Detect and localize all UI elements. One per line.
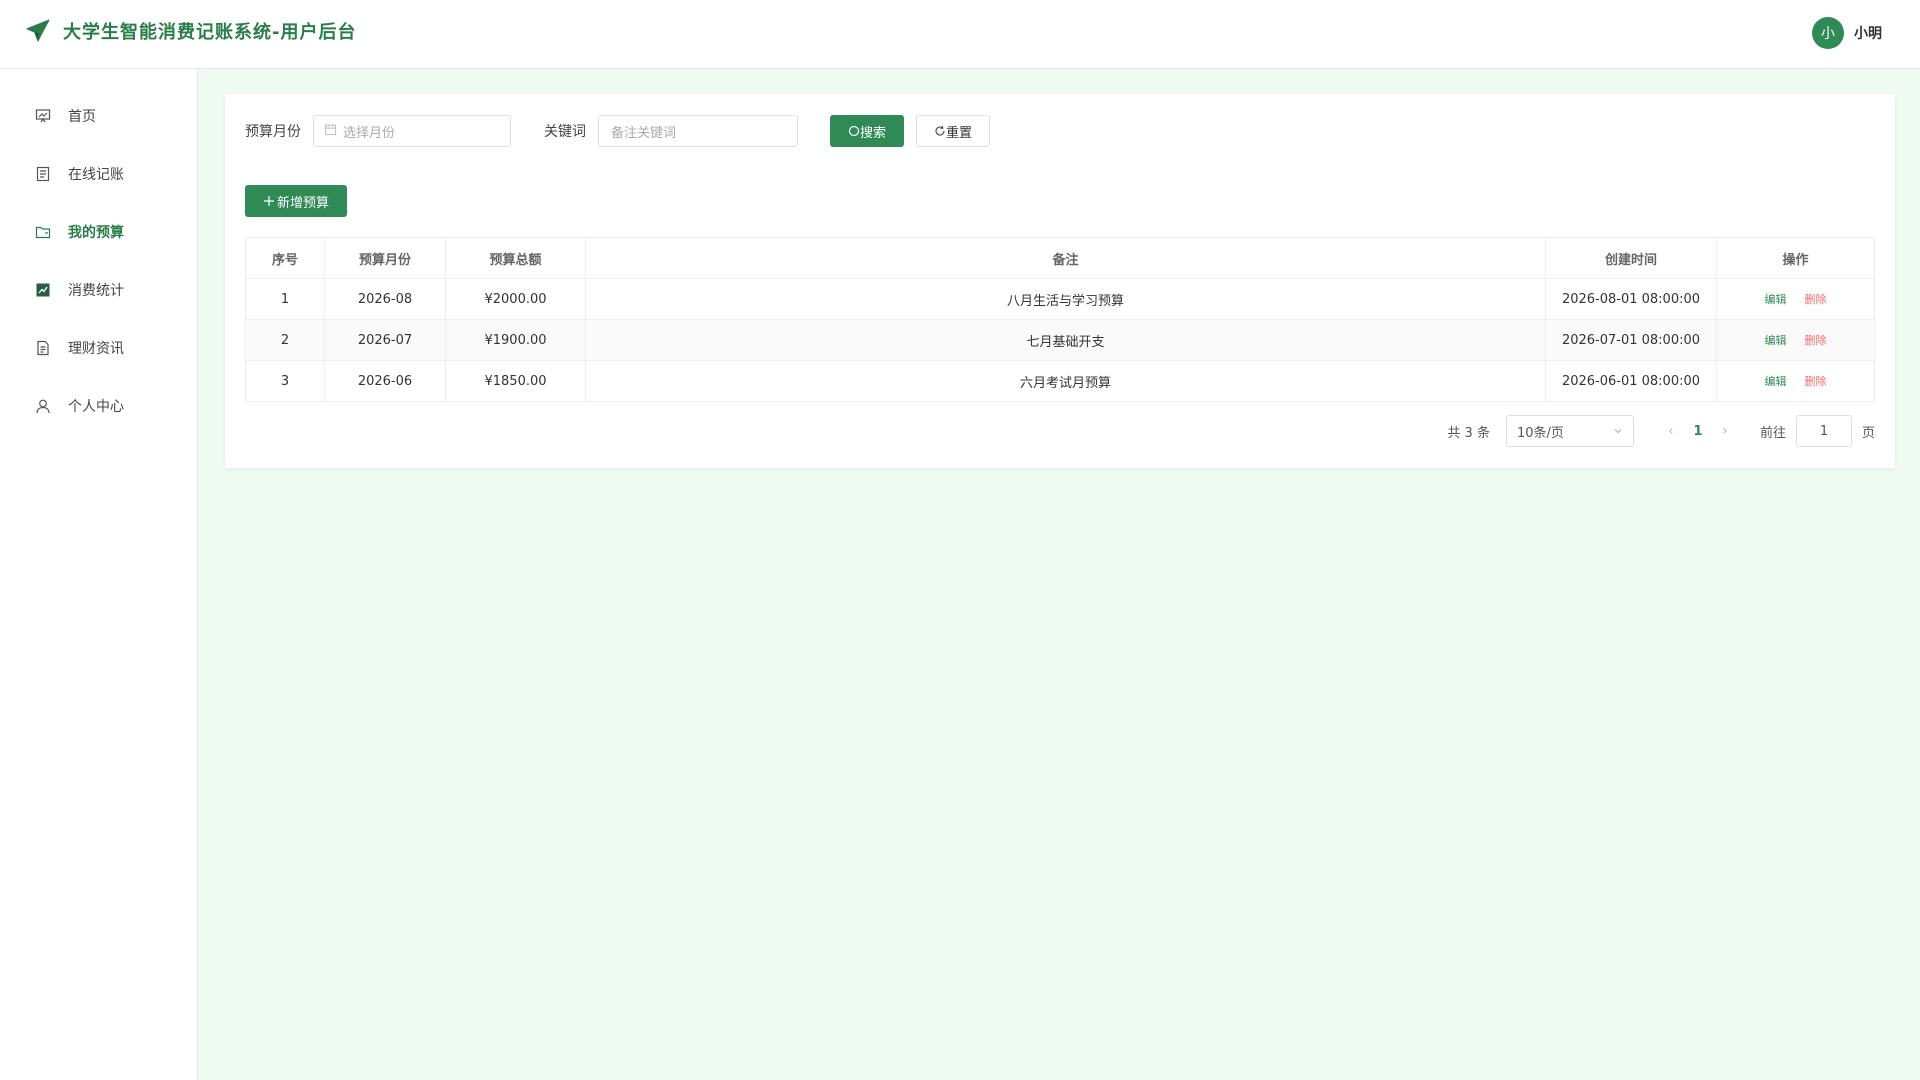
user-menu[interactable]: 小 小明 xyxy=(1812,17,1882,49)
app-title: 大学生智能消费记账系统-用户后台 xyxy=(63,22,357,43)
budget-table: 序号 预算月份 预算总额 备注 创建时间 操作 1 2026-08 ¥2000.… xyxy=(245,237,1875,402)
sidebar-item-budget[interactable]: 我的预算 xyxy=(0,203,197,261)
brand: 大学生智能消费记账系统-用户后台 xyxy=(25,18,356,44)
prev-page-icon[interactable]: ‹ xyxy=(1656,423,1686,439)
month-placeholder: 选择月份 xyxy=(343,125,396,141)
document-icon xyxy=(34,165,52,183)
search-icon xyxy=(848,125,860,137)
sidebar-item-label: 消费统计 xyxy=(68,283,124,299)
chevron-down-icon xyxy=(1613,426,1623,436)
sidebar-item-label: 我的预算 xyxy=(68,225,124,241)
cell-actions: 编辑 删除 xyxy=(1716,360,1875,402)
filter-bar: 预算月份 选择月份 关键词 备注关键词 搜索 重置 xyxy=(245,115,990,147)
sidebar-item-bookkeeping[interactable]: 在线记账 xyxy=(0,145,197,203)
calendar-icon xyxy=(324,123,337,140)
delete-link[interactable]: 删除 xyxy=(1805,293,1827,306)
cell-month: 2026-08 xyxy=(324,278,446,320)
column-header: 备注 xyxy=(585,237,1546,279)
sidebar-item-label: 个人中心 xyxy=(68,399,124,415)
cell-created: 2026-08-01 08:00:00 xyxy=(1545,278,1717,320)
column-header: 预算总额 xyxy=(445,237,586,279)
column-header: 序号 xyxy=(245,237,325,279)
username[interactable]: 小明 xyxy=(1854,23,1882,43)
column-header: 预算月份 xyxy=(324,237,446,279)
cell-amount: ¥2000.00 xyxy=(445,278,586,320)
cell-amount: ¥1900.00 xyxy=(445,319,586,361)
keyword-placeholder: 备注关键词 xyxy=(611,125,677,141)
pagination: 共 3 条 10条/页 ‹ 1 › 前往 1 页 xyxy=(1447,415,1875,447)
chart-icon xyxy=(34,281,52,299)
add-budget-label: 新增预算 xyxy=(276,195,329,211)
budget-panel: 预算月份 选择月份 关键词 备注关键词 搜索 重置 新增预算 序号 预算月份 预… xyxy=(225,94,1895,468)
cell-index: 1 xyxy=(245,278,325,320)
edit-link[interactable]: 编辑 xyxy=(1765,375,1787,388)
page-suffix: 页 xyxy=(1861,425,1875,441)
keyword-input[interactable]: 备注关键词 xyxy=(598,115,798,147)
edit-link[interactable]: 编辑 xyxy=(1765,293,1787,306)
top-header: 大学生智能消费记账系统-用户后台 小 小明 xyxy=(0,0,1920,69)
sidebar-item-finance-news[interactable]: 理财资讯 xyxy=(0,319,197,377)
sidebar-item-label: 在线记账 xyxy=(68,167,124,183)
page-number[interactable]: 1 xyxy=(1686,424,1710,439)
avatar[interactable]: 小 xyxy=(1812,17,1844,49)
table-row: 2 2026-07 ¥1900.00 七月基础开支 2026-07-01 08:… xyxy=(245,319,1875,361)
search-button-label: 搜索 xyxy=(859,125,886,141)
add-budget-button[interactable]: 新增预算 xyxy=(245,185,347,217)
table-header-row: 序号 预算月份 预算总额 备注 创建时间 操作 xyxy=(245,237,1875,279)
cell-created: 2026-06-01 08:00:00 xyxy=(1545,360,1717,402)
cell-note: 八月生活与学习预算 xyxy=(585,278,1546,320)
cell-actions: 编辑 删除 xyxy=(1716,319,1875,361)
column-header: 创建时间 xyxy=(1545,237,1717,279)
cell-month: 2026-07 xyxy=(324,319,446,361)
goto-label: 前往 xyxy=(1759,425,1786,441)
table-row: 3 2026-06 ¥1850.00 六月考试月预算 2026-06-01 08… xyxy=(245,360,1875,402)
cell-created: 2026-07-01 08:00:00 xyxy=(1545,319,1717,361)
delete-link[interactable]: 删除 xyxy=(1805,334,1827,347)
keyword-label: 关键词 xyxy=(544,124,586,140)
cell-actions: 编辑 删除 xyxy=(1716,278,1875,320)
reset-button[interactable]: 重置 xyxy=(916,115,990,147)
sidebar-item-profile[interactable]: 个人中心 xyxy=(0,377,197,435)
page-size-select[interactable]: 10条/页 xyxy=(1505,415,1634,447)
delete-link[interactable]: 删除 xyxy=(1805,375,1827,388)
cell-note: 六月考试月预算 xyxy=(585,360,1546,402)
sidebar-item-statistics[interactable]: 消费统计 xyxy=(0,261,197,319)
next-page-icon[interactable]: › xyxy=(1710,423,1740,439)
sidebar-item-label: 理财资讯 xyxy=(68,341,124,357)
reset-button-label: 重置 xyxy=(945,125,972,141)
goto-page-value: 1 xyxy=(1819,423,1829,439)
month-label: 预算月份 xyxy=(245,124,301,140)
user-icon xyxy=(34,397,52,415)
sidebar-item-label: 首页 xyxy=(68,109,96,125)
cell-index: 3 xyxy=(245,360,325,402)
paper-plane-icon xyxy=(25,18,51,44)
cell-note: 七月基础开支 xyxy=(585,319,1546,361)
cell-month: 2026-06 xyxy=(324,360,446,402)
search-button[interactable]: 搜索 xyxy=(830,115,904,147)
table-row: 1 2026-08 ¥2000.00 八月生活与学习预算 2026-08-01 … xyxy=(245,278,1875,320)
folder-icon xyxy=(34,223,52,241)
edit-link[interactable]: 编辑 xyxy=(1765,334,1787,347)
sidebar-item-home[interactable]: 首页 xyxy=(0,87,197,145)
plus-icon xyxy=(263,195,275,207)
column-header: 操作 xyxy=(1716,237,1875,279)
page-size-value: 10条/页 xyxy=(1516,425,1564,441)
news-icon xyxy=(34,339,52,357)
month-picker[interactable]: 选择月份 xyxy=(313,115,511,147)
dashboard-icon xyxy=(34,107,52,125)
cell-amount: ¥1850.00 xyxy=(445,360,586,402)
goto-page-input[interactable]: 1 xyxy=(1795,415,1852,447)
total-count: 共 3 条 xyxy=(1447,425,1490,441)
refresh-icon xyxy=(934,125,946,137)
sidebar: 首页 在线记账 我的预算 消费统计 理财资讯 个人中心 xyxy=(0,69,198,1080)
cell-index: 2 xyxy=(245,319,325,361)
